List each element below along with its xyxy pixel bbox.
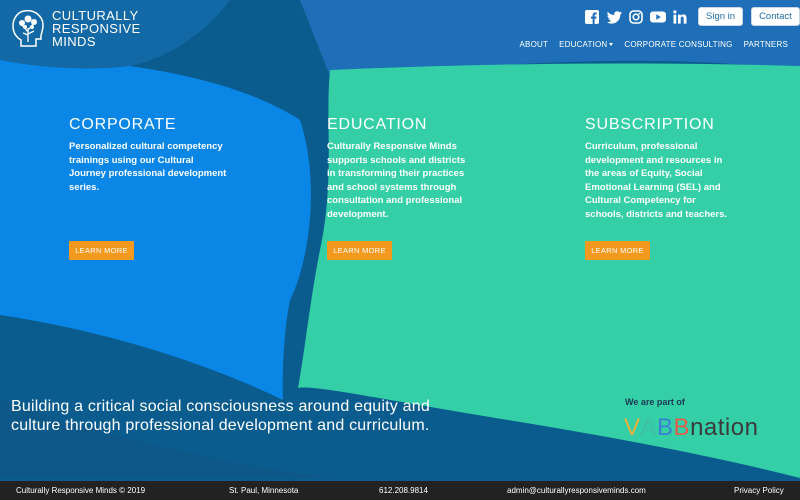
subscription-learn-more-button[interactable]: LEARN MORE bbox=[585, 241, 650, 260]
vabb-letter-b1: B bbox=[657, 414, 674, 441]
vabb-letter-v: V bbox=[624, 414, 641, 441]
page: CULTURALLY RESPONSIVE MINDS Sign in Cont… bbox=[0, 0, 800, 500]
footer-location: St. Paul, Minnesota bbox=[229, 486, 299, 495]
corporate-section: CORPORATE Personalized cultural competen… bbox=[69, 116, 229, 194]
brand-line-3: MINDS bbox=[52, 33, 96, 49]
brand-line-2: RESPONSIVE bbox=[52, 20, 141, 36]
nav-partners[interactable]: PARTNERS bbox=[744, 40, 788, 49]
nav-corporate-consulting[interactable]: CORPORATE CONSULTING bbox=[624, 40, 732, 49]
vabbnation-logo[interactable]: VABBnation bbox=[624, 414, 758, 442]
education-section: EDUCATION Culturally Responsive Minds su… bbox=[327, 116, 475, 221]
corporate-heading: CORPORATE bbox=[69, 116, 177, 133]
head-tree-icon bbox=[12, 9, 44, 47]
corporate-learn-more-button[interactable]: LEARN MORE bbox=[69, 241, 134, 260]
footer-copyright: Culturally Responsive Minds © 2019 bbox=[16, 486, 146, 495]
tagline: Building a critical social consciousness… bbox=[11, 398, 430, 434]
nav-education-dropdown[interactable]: EDUCATION bbox=[559, 40, 614, 49]
education-heading: EDUCATION bbox=[327, 116, 428, 133]
brand-name: CULTURALLY RESPONSIVE MINDS bbox=[52, 9, 141, 48]
vabb-nation: nation bbox=[690, 414, 759, 441]
brand-line-1: CULTURALLY bbox=[52, 7, 139, 23]
site-footer: Culturally Responsive Minds © 2019 St. P… bbox=[0, 481, 800, 500]
contact-button[interactable]: Contact bbox=[751, 7, 800, 26]
youtube-icon[interactable] bbox=[650, 9, 666, 25]
footer-phone[interactable]: 612.208.9814 bbox=[379, 486, 428, 495]
auth-buttons: Sign in Contact bbox=[698, 7, 800, 26]
corporate-description: Personalized cultural competency trainin… bbox=[69, 141, 227, 193]
social-links bbox=[584, 9, 688, 25]
main-nav: ABOUT EDUCATION CORPORATE CONSULTING PAR… bbox=[520, 40, 788, 49]
education-description: Culturally Responsive Minds supports sch… bbox=[327, 141, 466, 220]
subscription-heading: SUBSCRIPTION bbox=[585, 116, 715, 133]
instagram-icon[interactable] bbox=[628, 9, 644, 25]
vabb-letter-a: A bbox=[640, 414, 658, 441]
partner-label: We are part of bbox=[625, 397, 685, 407]
vabb-letter-b2: B bbox=[673, 414, 691, 441]
footer-email[interactable]: admin@culturallyresponsiveminds.com bbox=[507, 486, 646, 495]
footer-privacy-link[interactable]: Privacy Policy bbox=[734, 486, 784, 495]
education-learn-more-button[interactable]: LEARN MORE bbox=[327, 241, 392, 260]
subscription-description: Curriculum, professional development and… bbox=[585, 141, 728, 220]
nav-education-label: EDUCATION bbox=[559, 40, 608, 49]
facebook-icon[interactable] bbox=[584, 9, 600, 25]
chevron-down-icon bbox=[609, 43, 614, 47]
nav-about[interactable]: ABOUT bbox=[520, 40, 549, 49]
sign-in-button[interactable]: Sign in bbox=[698, 7, 744, 26]
twitter-icon[interactable] bbox=[606, 9, 622, 25]
subscription-section: SUBSCRIPTION Curriculum, professional de… bbox=[585, 116, 735, 221]
linkedin-icon[interactable] bbox=[672, 9, 688, 25]
brand-logo[interactable]: CULTURALLY RESPONSIVE MINDS bbox=[10, 8, 141, 48]
